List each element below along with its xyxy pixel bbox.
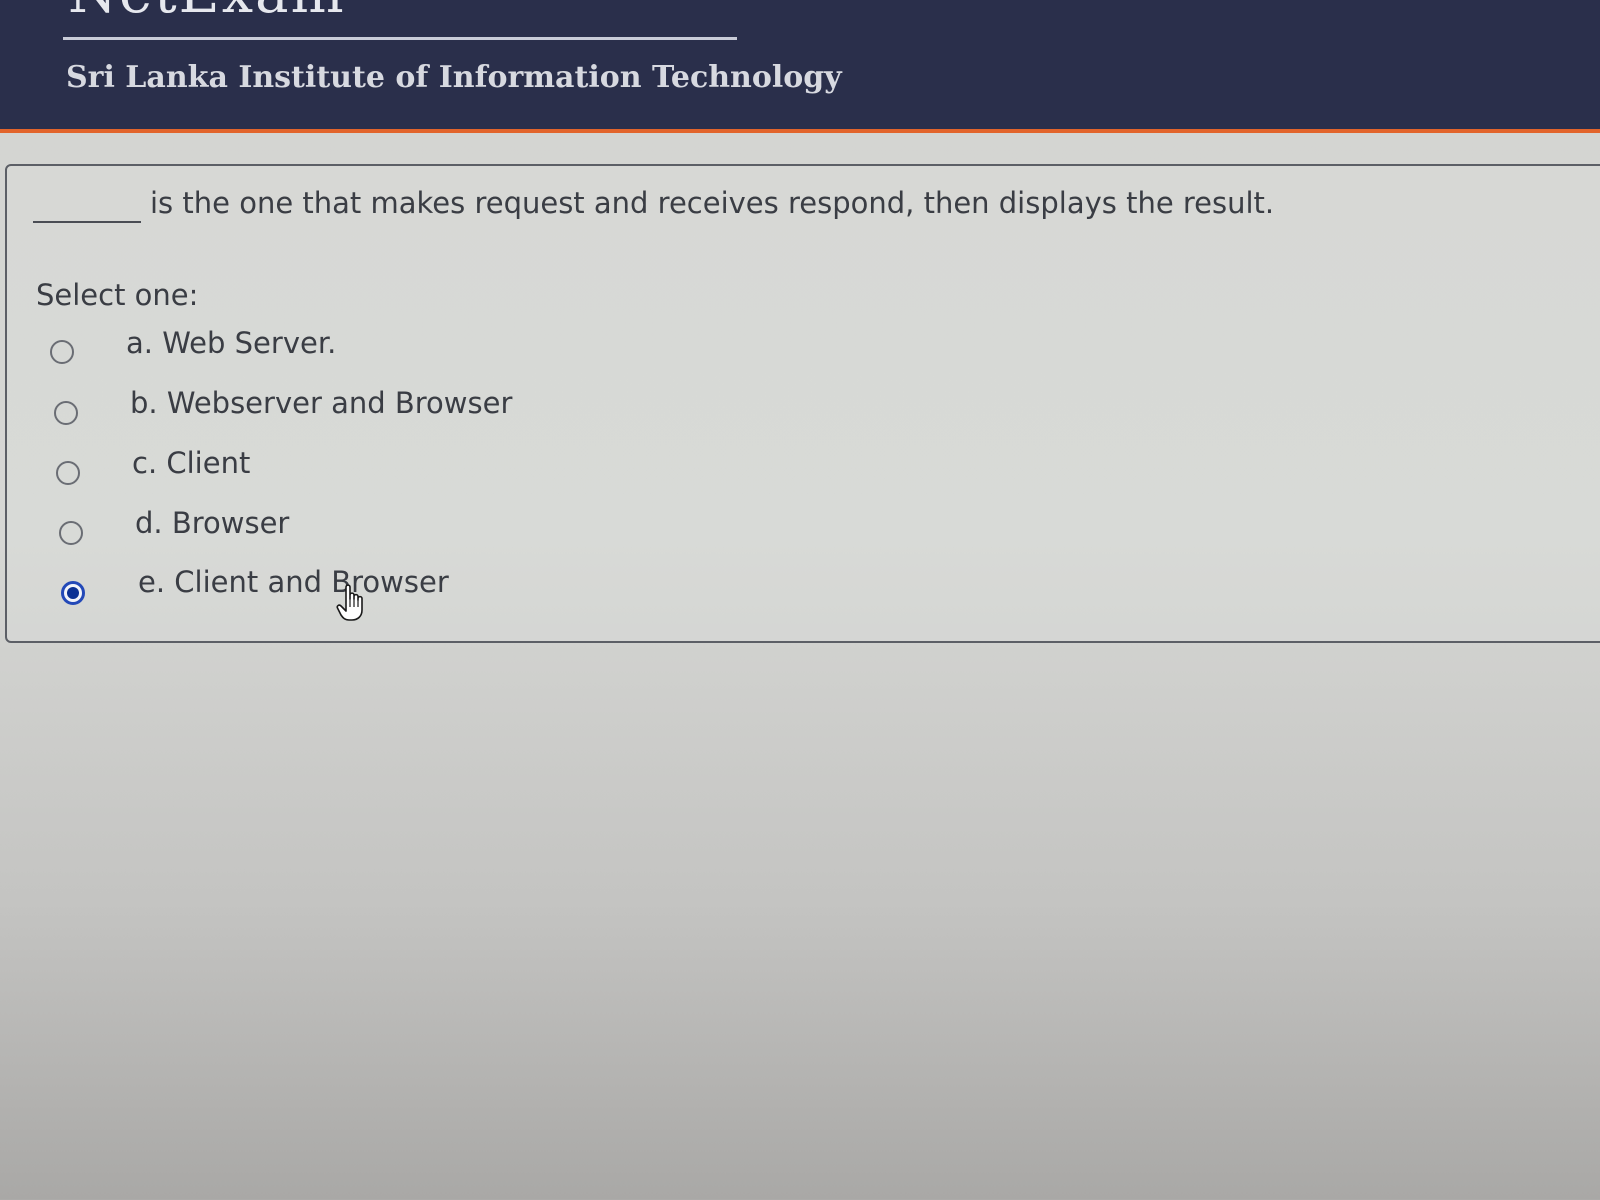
hand-pointer-icon bbox=[336, 584, 363, 621]
radio-button-icon[interactable] bbox=[59, 521, 83, 545]
option-d-radio[interactable] bbox=[59, 513, 83, 553]
site-header: NetExam Sri Lanka Institute of Informati… bbox=[0, 0, 1600, 133]
option-b-radio[interactable] bbox=[54, 393, 78, 433]
option-d-label[interactable]: d. Browser bbox=[135, 506, 289, 540]
institute-name: Sri Lanka Institute of Information Techn… bbox=[66, 60, 842, 95]
option-a-radio[interactable] bbox=[50, 332, 74, 372]
option-c-label[interactable]: c. Client bbox=[132, 446, 250, 480]
radio-button-icon[interactable] bbox=[50, 340, 74, 364]
option-b-label[interactable]: b. Webserver and Browser bbox=[130, 386, 512, 420]
option-a-label[interactable]: a. Web Server. bbox=[126, 326, 336, 360]
radio-dot bbox=[67, 587, 79, 599]
select-prompt: Select one: bbox=[36, 278, 199, 312]
site-logo: NetExam bbox=[68, 0, 346, 22]
radio-button-selected-icon[interactable] bbox=[61, 581, 85, 605]
logo-divider bbox=[63, 37, 737, 40]
option-e-radio[interactable] bbox=[61, 573, 85, 613]
question-text: is the one that makes request and receiv… bbox=[150, 186, 1275, 220]
option-c-radio[interactable] bbox=[56, 453, 80, 493]
radio-button-icon[interactable] bbox=[56, 461, 80, 485]
option-e-label[interactable]: e. Client and Browser bbox=[138, 565, 449, 599]
answer-blank bbox=[33, 221, 141, 223]
radio-button-icon[interactable] bbox=[54, 401, 78, 425]
